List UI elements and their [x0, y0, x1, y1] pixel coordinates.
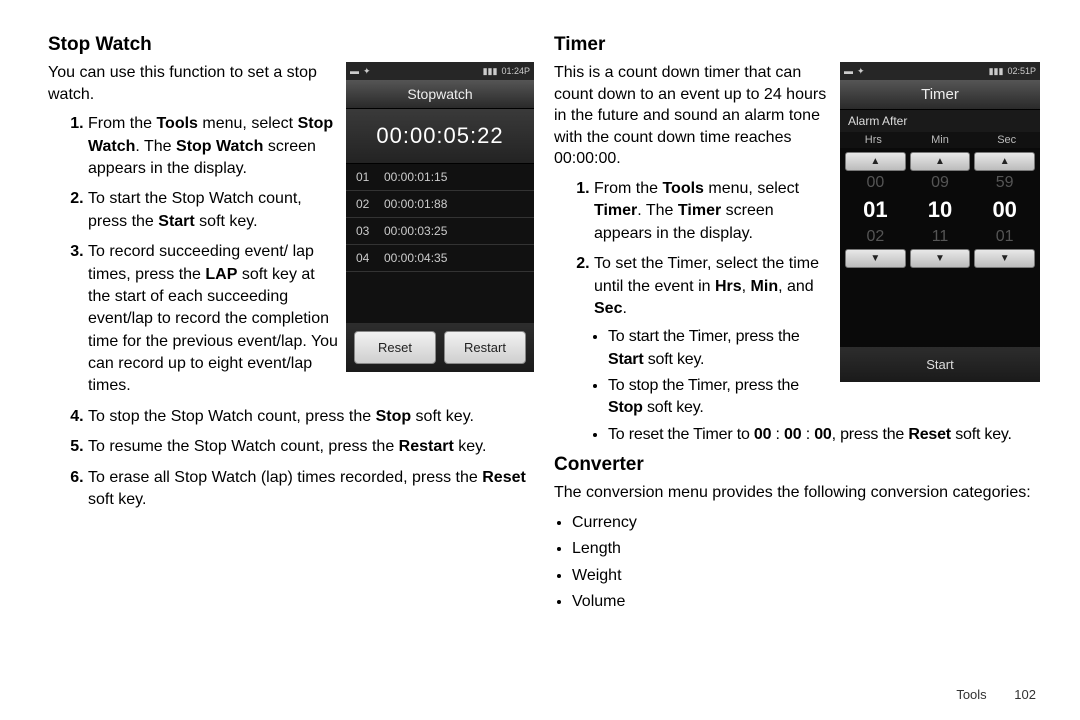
converter-heading: Converter [554, 454, 1040, 476]
seconds-up-button[interactable]: ▲ [974, 152, 1035, 171]
timer-column-labels: Hrs Min Sec [840, 132, 1040, 148]
seconds-selected[interactable]: 00 [992, 195, 1016, 225]
converter-category: Length [572, 538, 1040, 560]
minutes-up-button[interactable]: ▲ [910, 152, 971, 171]
hours-selected[interactable]: 01 [863, 195, 887, 225]
hours-down-button[interactable]: ▼ [845, 249, 906, 268]
lap-row: 0400:00:04:35 [346, 245, 534, 272]
signal-icon: ▬ [350, 66, 359, 76]
page-footer: Tools 102 [956, 687, 1036, 702]
lap-row: 0100:00:01:15 [346, 164, 534, 191]
timer-bullet-reset: To reset the Timer to 00 : 00 : 00, pres… [608, 424, 1040, 446]
lap-list: 0100:00:01:15 0200:00:01:88 0300:00:03:2… [346, 164, 534, 323]
converter-category: Currency [572, 512, 1040, 534]
battery-icon: ▮▮▮ [989, 66, 1004, 77]
status-bar: ▬✦ ▮▮▮01:24P [346, 62, 534, 80]
converter-category: Weight [572, 565, 1040, 587]
stopwatch-figure: ▬✦ ▮▮▮01:24P Stopwatch 00:00:05:22 0100:… [346, 62, 534, 372]
seconds-down-button[interactable]: ▼ [974, 249, 1035, 268]
minutes-prev: 09 [931, 173, 949, 193]
step-4: To stop the Stop Watch count, press the … [88, 406, 534, 428]
status-bar: ▬✦ ▮▮▮02:51P [840, 62, 1040, 80]
minutes-selected[interactable]: 10 [928, 195, 952, 225]
timer-picker: ▲ 00 01 02 ▼ ▲ 09 10 11 ▼ ▲ [840, 148, 1040, 347]
hours-prev: 00 [866, 173, 884, 193]
step-5: To resume the Stop Watch count, press th… [88, 436, 534, 458]
status-time: 01:24P [501, 66, 530, 76]
lap-row: 0300:00:03:25 [346, 218, 534, 245]
step-6: To erase all Stop Watch (lap) times reco… [88, 467, 534, 512]
footer-page-number: 102 [1014, 687, 1036, 702]
restart-button[interactable]: Restart [444, 331, 526, 364]
seconds-prev: 59 [996, 173, 1014, 193]
signal-icon: ▬ [844, 66, 853, 76]
timer-start-button[interactable]: Start [840, 347, 1040, 382]
hours-up-button[interactable]: ▲ [845, 152, 906, 171]
footer-section: Tools [956, 687, 986, 702]
stopwatch-title: Stopwatch [346, 80, 534, 109]
seconds-next: 01 [996, 227, 1014, 247]
timer-subtitle: Alarm After [840, 110, 1040, 132]
converter-intro: The conversion menu provides the followi… [554, 482, 1040, 504]
minutes-next: 11 [932, 227, 949, 247]
battery-icon: ▮▮▮ [483, 66, 498, 77]
timer-figure: ▬✦ ▮▮▮02:51P Timer Alarm After Hrs Min S… [840, 62, 1040, 382]
timer-heading: Timer [554, 34, 1040, 56]
status-time: 02:51P [1007, 66, 1036, 76]
stopwatch-heading: Stop Watch [48, 34, 534, 56]
reset-button[interactable]: Reset [354, 331, 436, 364]
lap-row: 0200:00:01:88 [346, 191, 534, 218]
converter-categories: Currency Length Weight Volume [554, 512, 1040, 614]
hours-next: 02 [866, 227, 884, 247]
stopwatch-main-time: 00:00:05:22 [346, 109, 534, 164]
converter-category: Volume [572, 591, 1040, 613]
minutes-down-button[interactable]: ▼ [910, 249, 971, 268]
timer-title: Timer [840, 80, 1040, 110]
